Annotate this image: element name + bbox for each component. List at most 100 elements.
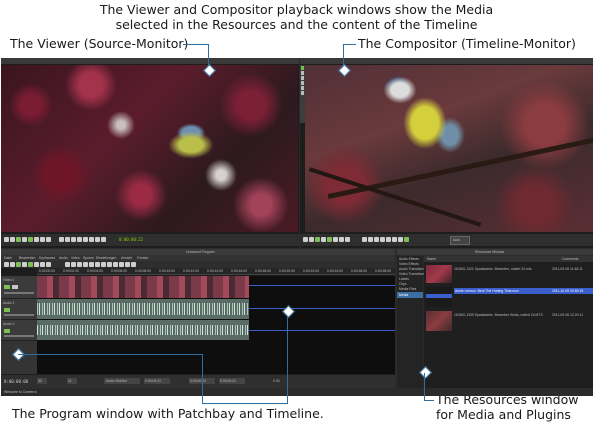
paste-icon[interactable] [113,262,118,267]
step-forward-icon[interactable] [34,237,39,242]
step-back-icon[interactable] [10,262,15,267]
stop-icon[interactable] [22,262,27,267]
patchbay-audio-1[interactable]: Audio 1 [1,299,37,320]
fader-slider[interactable] [4,314,34,316]
prev-label-icon[interactable] [95,237,100,242]
folder-item[interactable]: Labels [399,277,409,281]
folder-item[interactable]: Audio Transitions [399,267,425,271]
sample-zoom-field[interactable]: 11 [67,378,77,384]
folder-item[interactable]: Video Transitions [399,272,425,276]
menu-item-video[interactable]: Video [71,256,80,260]
next-label-icon[interactable] [101,237,106,242]
video-clip[interactable] [37,276,249,298]
patchbay-audio-2[interactable]: Audio 2 [1,320,37,341]
audio-monitor-select[interactable]: Audio Monitor [104,378,140,384]
fast-forward-icon[interactable] [339,237,344,242]
menu-item-keyframes[interactable]: Keyframes [39,256,55,260]
menu-item-settings[interactable]: Einstellungen [96,256,116,260]
end-icon[interactable] [345,237,350,242]
in-point-icon[interactable] [77,262,82,267]
play-icon[interactable] [28,262,33,267]
label-icon[interactable] [89,237,94,242]
play-reverse-icon[interactable] [16,262,21,267]
label-icon[interactable] [386,237,391,242]
audio-clip-2[interactable] [37,320,249,340]
next-label-icon[interactable] [398,237,403,242]
fast-forward-icon[interactable] [40,237,45,242]
menu-item-file[interactable]: Datei [4,256,12,260]
tool-camera-icon[interactable] [301,81,304,85]
play-track-icon[interactable] [4,285,10,289]
in-point-icon[interactable] [59,237,64,242]
column-comments[interactable]: Comments [562,257,578,261]
rewind-icon[interactable] [303,237,308,242]
end-icon[interactable] [46,262,51,267]
zoom-select[interactable]: Auto [450,236,470,245]
redo-icon[interactable] [131,262,136,267]
play-icon[interactable] [28,237,33,242]
tool-zoom-icon[interactable] [301,71,304,75]
rewind-icon[interactable] [4,262,9,267]
menu-item-edit[interactable]: Bearbeiten [19,256,35,260]
clip-icon[interactable] [83,237,88,242]
play-track-icon[interactable] [4,308,10,312]
in-point-icon[interactable] [362,237,367,242]
folder-item[interactable]: Video Effects [399,262,419,266]
menu-item-tracks[interactable]: Spuren [83,256,94,260]
selection-end-field[interactable]: 0:00:00:22 [219,378,245,384]
splice-icon[interactable] [71,237,76,242]
media-item[interactable]: 110400-1321 Sparkstarke, Bewerber, notie… [424,264,593,284]
tool-protect-icon[interactable] [301,66,304,70]
cut-icon[interactable] [101,262,106,267]
overwrite-icon[interactable] [77,237,82,242]
fast-forward-icon[interactable] [40,262,45,267]
step-back-icon[interactable] [10,237,15,242]
folder-item-selected[interactable]: Media [397,292,423,298]
step-forward-icon[interactable] [34,262,39,267]
record-track-icon[interactable] [12,285,18,289]
stop-icon[interactable] [321,237,326,242]
step-forward-icon[interactable] [333,237,338,242]
rewind-icon[interactable] [4,237,9,242]
timeline-canvas[interactable] [37,276,395,374]
menu-item-window[interactable]: Fenster [137,256,149,260]
arrow-tool-icon[interactable] [65,262,70,267]
fader-slider[interactable] [4,335,34,337]
media-item-selected[interactable]: Annie Lennox: Bent The Hurting Time.mov … [424,286,593,308]
patchbay-video-1[interactable]: Video 1 [1,276,37,299]
play-track-icon[interactable] [4,329,10,333]
folder-item[interactable]: Clips [399,282,407,286]
overwrite-icon[interactable] [95,262,100,267]
play-reverse-icon[interactable] [315,237,320,242]
column-name[interactable]: Name [427,257,436,261]
splice-icon[interactable] [374,237,379,242]
prev-label-icon[interactable] [392,237,397,242]
selection-length-field[interactable]: 0:00:04:22 [144,378,170,384]
overwrite-icon[interactable] [380,237,385,242]
step-back-icon[interactable] [309,237,314,242]
folder-item[interactable]: Audio Effects [399,257,419,261]
menu-item-audio[interactable]: Audio [59,256,68,260]
zoom-field[interactable]: 30 [37,378,47,384]
out-point-icon[interactable] [368,237,373,242]
splice-icon[interactable] [89,262,94,267]
play-reverse-icon[interactable] [16,237,21,242]
audio-clip-1[interactable] [37,299,249,319]
tool-crop-icon[interactable] [301,91,304,95]
play-icon[interactable] [327,237,332,242]
end-icon[interactable] [46,237,51,242]
media-item[interactable]: 110400-1330 Sparkstarke, Bewerber Kinds,… [424,310,593,332]
label-icon[interactable] [119,262,124,267]
ibeam-tool-icon[interactable] [71,262,76,267]
fit-icon[interactable] [404,237,409,242]
folder-item[interactable]: Media Files [399,287,416,291]
fader-slider[interactable] [4,292,34,294]
stop-icon[interactable] [22,237,27,242]
undo-icon[interactable] [125,262,130,267]
tool-mask-icon[interactable] [301,76,304,80]
tool-projector-icon[interactable] [301,86,304,90]
menu-item-view[interactable]: Ansicht [121,256,132,260]
out-point-icon[interactable] [83,262,88,267]
copy-icon[interactable] [107,262,112,267]
timeline-ruler[interactable]: 0:00:00:00 0:00:02:00 0:00:04:00 0:00:06… [37,268,395,275]
